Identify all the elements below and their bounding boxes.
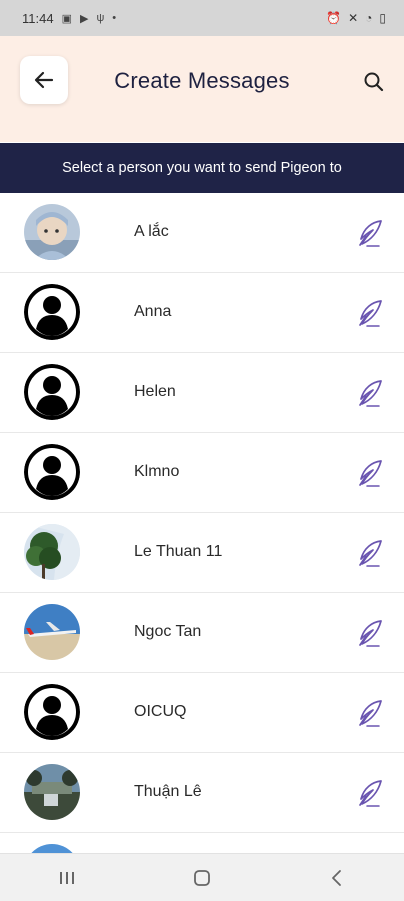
- contact-row[interactable]: Helen: [0, 353, 404, 433]
- play-icon: ▶: [79, 12, 89, 25]
- contact-name: OICUQ: [134, 703, 187, 720]
- quill-icon[interactable]: [357, 539, 383, 567]
- default-user-avatar: [24, 684, 80, 740]
- wifi-icon: ◔: [365, 11, 373, 25]
- recent-apps-icon: [60, 871, 75, 884]
- quill-icon[interactable]: [357, 459, 383, 487]
- quill-icon[interactable]: [357, 699, 383, 727]
- contact-row[interactable]: Klmno: [0, 433, 404, 513]
- default-user-avatar: [24, 284, 80, 340]
- battery-icon: ▯: [379, 11, 386, 25]
- contact-name: Le Thuan 11: [134, 543, 223, 560]
- default-user-avatar: [24, 444, 80, 500]
- mute-icon: ✕: [348, 11, 359, 25]
- chevron-left-icon: [331, 869, 341, 886]
- dot-icon: •: [112, 12, 117, 24]
- system-nav-bar: [0, 853, 404, 901]
- search-icon: [364, 72, 384, 92]
- contact-name: A lắc: [134, 223, 169, 240]
- banner-text: Select a person you want to send Pigeon …: [62, 160, 342, 176]
- alarm-icon: ⏰: [326, 11, 342, 25]
- quill-icon[interactable]: [357, 299, 383, 327]
- home-icon: [194, 869, 210, 886]
- contact-row[interactable]: Ngoc Tan: [0, 593, 404, 673]
- contact-row[interactable]: Anna: [0, 273, 404, 353]
- instruction-banner: Select a person you want to send Pigeon …: [0, 143, 404, 193]
- avatar-photo: [24, 204, 80, 260]
- usb-icon: ψ: [96, 12, 105, 24]
- home-button[interactable]: [182, 858, 222, 898]
- contact-name: Helen: [134, 383, 176, 400]
- contact-row[interactable]: [0, 833, 404, 853]
- contact-row[interactable]: OICUQ: [0, 673, 404, 753]
- nav-back-button[interactable]: [317, 858, 357, 898]
- status-bar: 11:44 ▣ ▶ ψ • ⏰ ✕ ◔ ▯: [0, 0, 404, 36]
- status-time: 11:44: [22, 10, 54, 26]
- avatar-photo: [24, 524, 80, 580]
- quill-icon[interactable]: [357, 219, 383, 247]
- search-button[interactable]: [360, 68, 388, 96]
- quill-icon[interactable]: [357, 379, 383, 407]
- contact-name: Anna: [134, 303, 172, 320]
- avatar-photo: [24, 844, 80, 853]
- avatar-photo: [24, 604, 80, 660]
- contact-name: Thuận Lê: [134, 783, 202, 800]
- gallery-icon: ▣: [61, 12, 72, 25]
- avatar-photo: [24, 764, 80, 820]
- page-title: Create Messages: [114, 68, 290, 93]
- contact-name: Ngoc Tan: [134, 623, 202, 640]
- header: Create Messages: [0, 36, 404, 142]
- contact-row[interactable]: A lắc: [0, 193, 404, 273]
- quill-icon[interactable]: [357, 619, 383, 647]
- contact-row[interactable]: Le Thuan 11: [0, 513, 404, 593]
- contact-list: A lắc Anna Helen Klmno Le Thuan 11 Ngoc …: [0, 193, 404, 853]
- contact-row[interactable]: Thuận Lê: [0, 753, 404, 833]
- recent-apps-button[interactable]: [47, 858, 87, 898]
- default-user-avatar: [24, 364, 80, 420]
- quill-icon[interactable]: [357, 779, 383, 807]
- contact-name: Klmno: [134, 463, 180, 480]
